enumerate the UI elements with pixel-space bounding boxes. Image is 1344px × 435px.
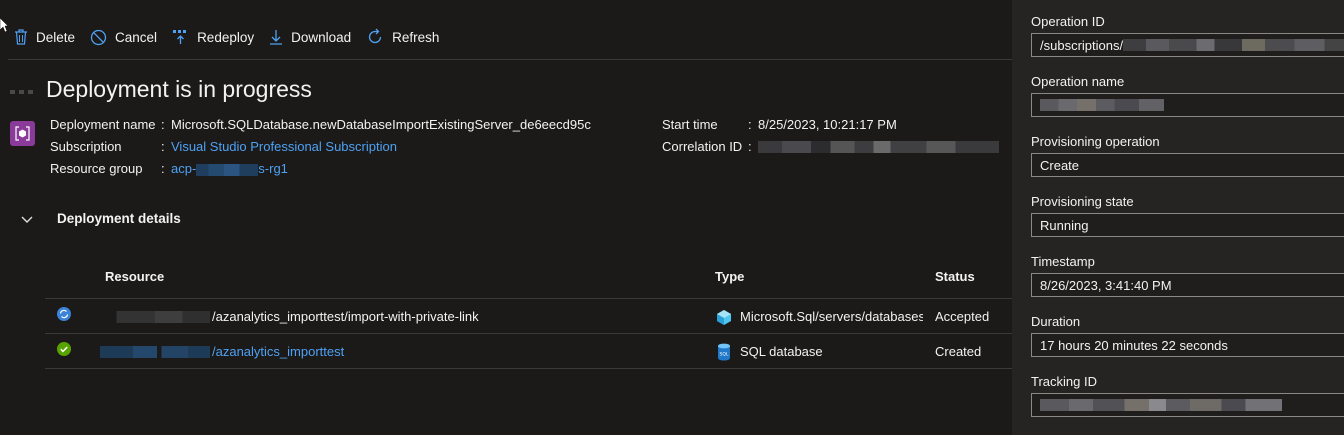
refresh-label: Refresh xyxy=(392,29,440,45)
deployment-details-title[interactable]: Deployment details xyxy=(57,211,181,226)
subscription-row: Subscription : Visual Studio Professiona… xyxy=(50,139,397,154)
redacted-text xyxy=(1123,39,1344,51)
column-header-resource: Resource xyxy=(105,269,165,284)
main-area: Delete Cancel Redeploy Download Refresh … xyxy=(0,0,1012,435)
provisioning-state-label: Provisioning state xyxy=(1031,194,1134,209)
deployment-icon xyxy=(10,121,35,146)
cancel-label: Cancel xyxy=(115,29,158,45)
separator: : xyxy=(748,139,752,154)
redacted-text xyxy=(100,345,210,358)
resource-type: SQL database xyxy=(740,344,823,359)
operation-id-field[interactable]: /subscriptions/ xyxy=(1031,33,1344,57)
command-bar: Delete Cancel Redeploy Download Refresh xyxy=(14,28,454,46)
redeploy-icon xyxy=(173,29,187,44)
timestamp-label: Timestamp xyxy=(1031,254,1095,269)
column-header-type: Type xyxy=(715,269,745,284)
trash-icon xyxy=(15,29,27,45)
cancel-button[interactable]: Cancel xyxy=(90,29,157,46)
sql-database-icon: SQL xyxy=(718,343,730,361)
resource-group-prefix: acp- xyxy=(171,161,197,176)
resource-type: Microsoft.Sql/servers/databases/ xyxy=(740,309,923,324)
redacted-text xyxy=(196,163,259,176)
cube-icon xyxy=(717,310,731,325)
resource-group-link[interactable]: acp-s-rg1 xyxy=(171,161,288,176)
start-time-label: Start time xyxy=(662,117,718,132)
separator: : xyxy=(161,161,165,176)
operation-name-label: Operation name xyxy=(1031,74,1125,89)
delete-button[interactable]: Delete xyxy=(14,29,75,45)
redacted-text xyxy=(1040,399,1282,411)
operation-id-value: /subscriptions/ xyxy=(1040,37,1124,53)
separator: : xyxy=(161,117,165,132)
redacted-text xyxy=(1040,99,1164,111)
redacted-text xyxy=(100,310,210,323)
provisioning-state-value: Running xyxy=(1040,217,1089,233)
provisioning-operation-label: Provisioning operation xyxy=(1031,134,1160,149)
timestamp-value: 8/26/2023, 3:41:40 PM xyxy=(1040,277,1172,293)
resource-name[interactable]: /azanalytics_importtest xyxy=(100,344,344,359)
operation-name-field[interactable] xyxy=(1031,93,1344,117)
page-title: Deployment is in progress xyxy=(46,76,312,102)
subscription-link[interactable]: Visual Studio Professional Subscription xyxy=(171,139,397,154)
duration-value: 17 hours 20 minutes 22 seconds xyxy=(1040,337,1228,353)
chevron-down-icon[interactable] xyxy=(19,212,35,228)
subscription-label: Subscription xyxy=(50,139,122,154)
svg-text:SQL: SQL xyxy=(720,352,729,358)
resource-group-row: Resource group : acp-s-rg1 xyxy=(50,161,288,176)
duration-label: Duration xyxy=(1031,314,1081,329)
tracking-id-field[interactable] xyxy=(1031,393,1344,417)
delete-label: Delete xyxy=(36,29,76,45)
resource-path: /azanalytics_importtest/import-with-priv… xyxy=(212,309,479,324)
resource-group-label: Resource group xyxy=(50,161,143,176)
resource-status: Accepted xyxy=(935,309,990,324)
download-button[interactable]: Download xyxy=(269,29,351,46)
resource-group-suffix: s-rg1 xyxy=(258,161,288,176)
provisioning-operation-value: Create xyxy=(1040,157,1080,173)
provisioning-operation-field[interactable]: Create xyxy=(1031,153,1344,177)
redeploy-label: Redeploy xyxy=(197,29,255,45)
separator: : xyxy=(748,117,752,132)
start-time-value: 8/25/2023, 10:21:17 PM xyxy=(758,117,897,132)
tracking-id-label: Tracking ID xyxy=(1031,374,1097,389)
download-label: Download xyxy=(291,29,352,45)
toolbar-divider xyxy=(8,59,1012,60)
deployment-name-value: Microsoft.SQLDatabase.newDatabaseImportE… xyxy=(171,117,591,132)
refresh-button[interactable]: Refresh xyxy=(366,28,439,46)
loading-dots-icon xyxy=(10,90,33,94)
redacted-correlation-id xyxy=(758,140,999,153)
start-time-row: Start time : 8/25/2023, 10:21:17 PM xyxy=(662,117,897,132)
separator: : xyxy=(161,139,165,154)
deployment-name-row: Deployment name : Microsoft.SQLDatabase.… xyxy=(50,117,591,132)
operation-id-label: Operation ID xyxy=(1031,14,1105,29)
cancel-icon xyxy=(90,29,107,45)
redeploy-button[interactable]: Redeploy xyxy=(172,29,254,46)
operation-details-panel: Operation ID /subscriptions/ Operation n… xyxy=(1012,0,1344,435)
sync-icon xyxy=(57,307,71,321)
correlation-id-label: Correlation ID xyxy=(662,139,743,154)
deployment-name-label: Deployment name xyxy=(50,117,156,132)
provisioning-state-field[interactable]: Running xyxy=(1031,213,1344,237)
timestamp-field[interactable]: 8/26/2023, 3:41:40 PM xyxy=(1031,273,1344,297)
resource-name: /azanalytics_importtest/import-with-priv… xyxy=(100,309,479,324)
resource-link[interactable]: /azanalytics_importtest xyxy=(212,344,344,359)
table-divider xyxy=(45,298,1012,299)
resource-status: Created xyxy=(935,344,982,359)
duration-field[interactable]: 17 hours 20 minutes 22 seconds xyxy=(1031,333,1344,357)
download-icon xyxy=(270,29,283,45)
refresh-icon xyxy=(369,28,382,44)
table-divider xyxy=(45,333,1012,334)
mouse-cursor-icon xyxy=(0,18,8,33)
column-header-status: Status xyxy=(935,269,975,284)
correlation-id-row: Correlation ID : xyxy=(662,139,999,154)
check-circle-icon xyxy=(57,342,71,356)
table-divider xyxy=(45,368,1012,369)
